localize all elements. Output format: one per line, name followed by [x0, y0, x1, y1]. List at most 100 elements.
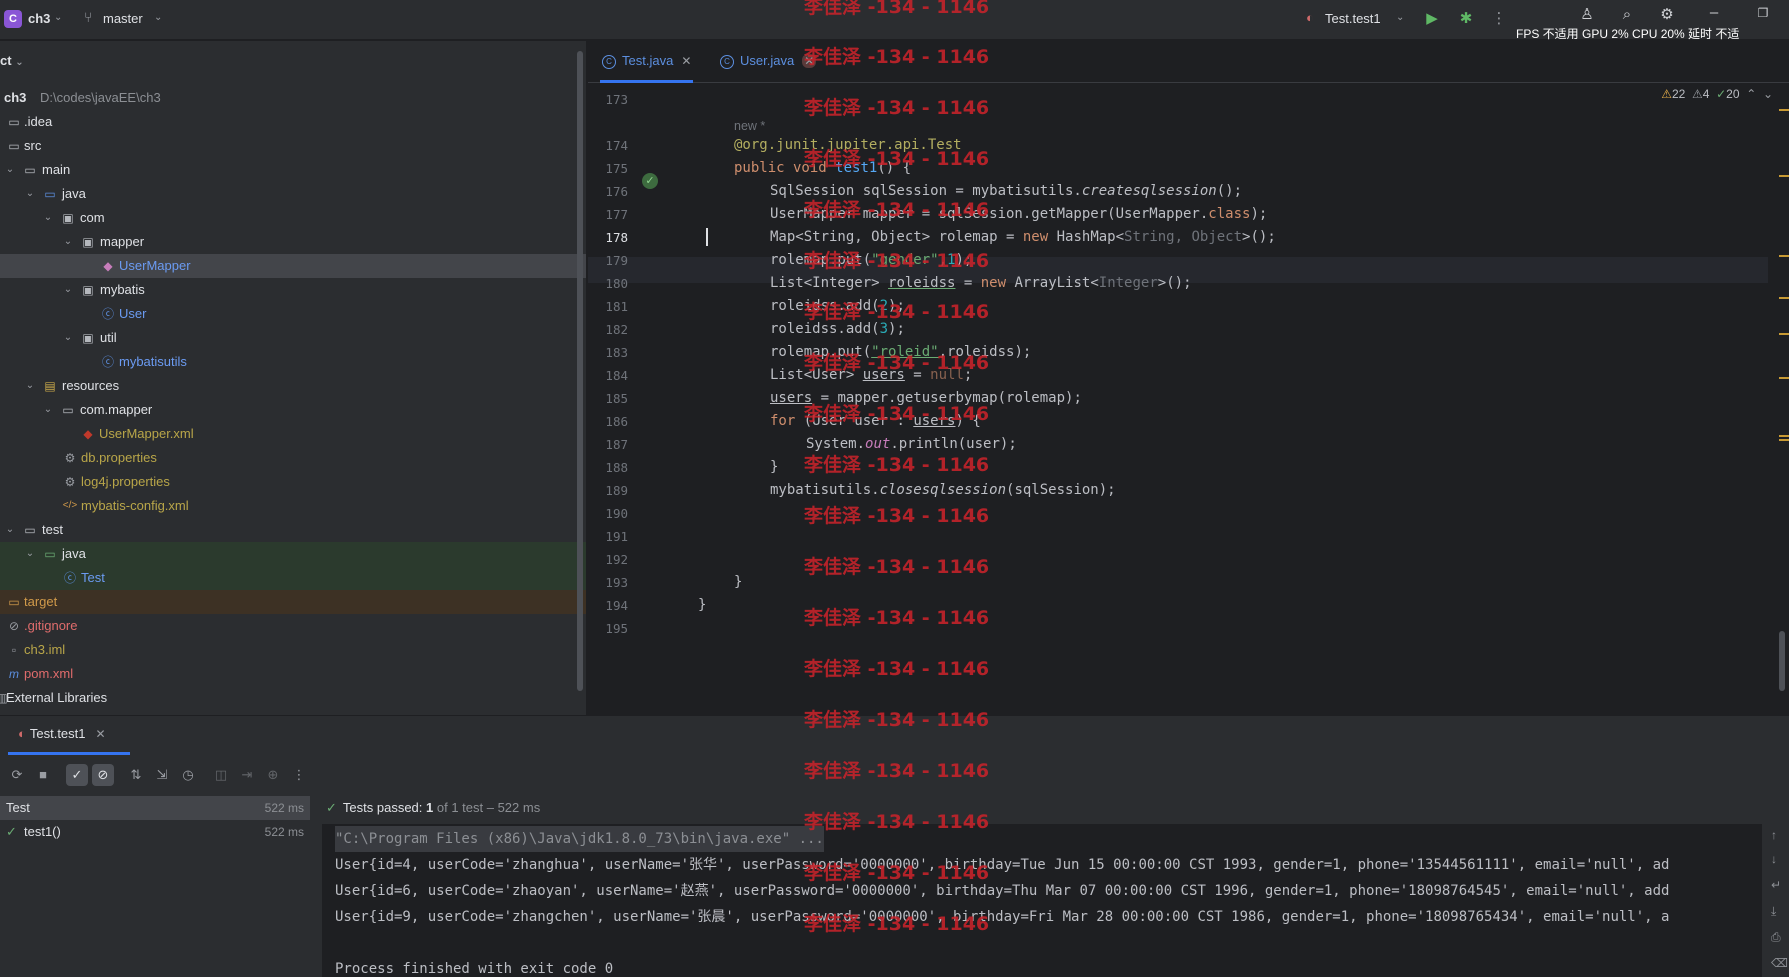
- editor-scrollbar[interactable]: [1779, 631, 1785, 691]
- tree-item-ch3[interactable]: ch3 D:\codes\javaEE\ch3: [0, 86, 586, 110]
- debug-icon[interactable]: ✱: [1455, 8, 1477, 30]
- import-icon[interactable]: ⊕: [262, 764, 284, 786]
- tree-item-mybatis-config-xml[interactable]: </> mybatis-config.xml: [0, 494, 586, 518]
- chevron-down-icon[interactable]: ⌄: [24, 542, 36, 566]
- project-header[interactable]: ct ⌄: [0, 53, 24, 68]
- tree-item-com-mapper[interactable]: ⌄ ▭ com.mapper: [0, 398, 586, 422]
- console-output[interactable]: "C:\Program Files (x86)\Java\jdk1.8.0_73…: [322, 824, 1762, 977]
- stop-icon[interactable]: ■: [32, 764, 54, 786]
- tree-item-usermapper[interactable]: ◆ UserMapper: [0, 254, 586, 278]
- sort-icon[interactable]: ⇅: [125, 764, 147, 786]
- code-token: >();: [1242, 229, 1276, 245]
- tree-item-idea[interactable]: ▭ .idea: [0, 110, 586, 134]
- project-badge[interactable]: C: [4, 10, 22, 28]
- error-stripe-mark[interactable]: [1779, 175, 1789, 177]
- tree-item-pom-xml[interactable]: m pom.xml: [0, 662, 586, 686]
- more-actions-icon[interactable]: ⋮: [1488, 8, 1510, 30]
- show-passed-icon[interactable]: ✓: [66, 764, 88, 786]
- chevron-down-icon[interactable]: ⌄: [1396, 12, 1404, 23]
- run-configuration-selector[interactable]: Test.test1: [1325, 11, 1381, 26]
- soft-wrap-icon[interactable]: ↵: [1771, 878, 1781, 892]
- test-case-row[interactable]: ✓ test1() 522 ms: [0, 820, 310, 844]
- close-icon[interactable]: ✕: [802, 54, 817, 68]
- arrow-down-icon[interactable]: ↓: [1771, 852, 1777, 866]
- tree-item-label: target: [24, 594, 58, 609]
- tree-item-log4j-properties[interactable]: ⚙ log4j.properties: [0, 470, 586, 494]
- tab-run-test1[interactable]: ◐ Test.test1 ✕: [18, 726, 106, 741]
- chevron-down-icon[interactable]: ⌄: [42, 206, 54, 230]
- restore-icon[interactable]: ❐: [1752, 2, 1774, 24]
- account-icon[interactable]: ♙: [1576, 4, 1598, 26]
- chevron-down-icon[interactable]: ⌄: [15, 57, 23, 68]
- tree-item-gitignore[interactable]: ⊘ .gitignore: [0, 614, 586, 638]
- tree-item-test-java[interactable]: ⌄ ▭ java: [0, 542, 586, 566]
- project-scrollbar[interactable]: [577, 51, 583, 691]
- tree-item-java[interactable]: ⌄ ▭ java: [0, 182, 586, 206]
- chevron-down-icon[interactable]: ⌄: [24, 182, 36, 206]
- code-area[interactable]: 173 new * 174 @org.junit.jupiter.api.Tes…: [588, 86, 1789, 715]
- error-stripe-mark[interactable]: [1779, 435, 1789, 437]
- collapse-icon[interactable]: ⇲: [151, 764, 173, 786]
- tree-item-test-class[interactable]: ⓒ Test: [0, 566, 586, 590]
- search-icon[interactable]: ⌕: [1616, 4, 1638, 26]
- tree-item-ch3-iml[interactable]: ▫ ch3.iml: [0, 638, 586, 662]
- tree-item-user[interactable]: ⓒ User: [0, 302, 586, 326]
- print-icon[interactable]: ⎙: [1771, 930, 1781, 945]
- chevron-down-icon[interactable]: ⌄: [4, 158, 16, 182]
- chevron-down-icon[interactable]: ⌄: [154, 12, 162, 23]
- show-ignored-icon[interactable]: ⊘: [92, 764, 114, 786]
- scroll-to-end-icon[interactable]: ⤓: [1771, 904, 1776, 919]
- error-stripe-mark[interactable]: [1779, 333, 1789, 335]
- close-icon[interactable]: ✕: [96, 727, 106, 741]
- clear-all-icon[interactable]: ⌫: [1771, 956, 1788, 970]
- camera-icon[interactable]: ◫: [210, 764, 232, 786]
- run-test-gutter-icon[interactable]: ✓: [642, 173, 658, 189]
- chevron-down-icon[interactable]: ⌄: [54, 12, 62, 23]
- tab-user-java[interactable]: C User.java ✕: [720, 41, 817, 83]
- tree-item-label: com.mapper: [80, 402, 153, 417]
- tree-item-mybatisutils[interactable]: ⓒ mybatisutils: [0, 350, 586, 374]
- chevron-down-icon[interactable]: ⌄: [62, 230, 74, 254]
- chevron-down-icon[interactable]: ⌄: [4, 518, 16, 542]
- history-icon[interactable]: ◷: [177, 764, 199, 786]
- tree-item-db-properties[interactable]: ⚙ db.properties: [0, 446, 586, 470]
- tree-item-usermapper-xml[interactable]: ◆ UserMapper.xml: [0, 422, 586, 446]
- project-name[interactable]: ch3: [28, 11, 50, 26]
- minimize-icon[interactable]: –: [1703, 2, 1725, 24]
- tree-item-mapper[interactable]: ⌄ ▣ mapper: [0, 230, 586, 254]
- rerun-icon[interactable]: ⟳: [6, 764, 28, 786]
- tree-item-test[interactable]: ⌄ ▭ test: [0, 518, 586, 542]
- settings-gear-icon[interactable]: ⚙: [1656, 4, 1678, 26]
- tree-item-main[interactable]: ⌄ ▭ main: [0, 158, 586, 182]
- git-branch-icon[interactable]: ⑂: [84, 9, 92, 25]
- export-icon[interactable]: ⇥: [236, 764, 258, 786]
- console-line[interactable]: "C:\Program Files (x86)\Java\jdk1.8.0_73…: [335, 826, 824, 852]
- tree-item-src[interactable]: ▭ src: [0, 134, 586, 158]
- error-stripe-mark[interactable]: [1779, 377, 1789, 379]
- branch-name[interactable]: master: [103, 11, 143, 26]
- tree-item-mybatis[interactable]: ⌄ ▣ mybatis: [0, 278, 586, 302]
- arrow-up-icon[interactable]: ↑: [1771, 828, 1777, 842]
- error-stripe-mark[interactable]: [1779, 439, 1789, 441]
- tree-item-external-libraries[interactable]: ▥ External Libraries: [0, 686, 586, 710]
- chevron-down-icon[interactable]: ⌄: [42, 398, 54, 422]
- run-icon[interactable]: ▶: [1421, 8, 1443, 30]
- error-stripe-mark[interactable]: [1779, 109, 1789, 111]
- tree-item-util[interactable]: ⌄ ▣ util: [0, 326, 586, 350]
- error-stripe-mark[interactable]: [1779, 297, 1789, 299]
- code-token: >();: [1157, 275, 1192, 291]
- inlay-author-hint[interactable]: new *: [734, 119, 765, 133]
- more-actions-icon[interactable]: ⋮: [288, 764, 310, 786]
- chevron-down-icon[interactable]: ⌄: [62, 326, 74, 350]
- chevron-down-icon[interactable]: ⌄: [24, 374, 36, 398]
- code-token: ;: [963, 367, 973, 383]
- tree-item-target[interactable]: ▭ target: [0, 590, 586, 614]
- chevron-down-icon[interactable]: ⌄: [62, 278, 74, 302]
- error-stripe-mark[interactable]: [1779, 255, 1789, 257]
- tab-test-java[interactable]: C Test.java ✕: [600, 41, 694, 83]
- tree-item-resources[interactable]: ⌄ ▤ resources: [0, 374, 586, 398]
- code-token: "gender": [871, 252, 939, 268]
- test-suite-row[interactable]: Test 522 ms: [0, 796, 310, 820]
- tree-item-com[interactable]: ⌄ ▣ com: [0, 206, 586, 230]
- close-icon[interactable]: ✕: [681, 54, 691, 68]
